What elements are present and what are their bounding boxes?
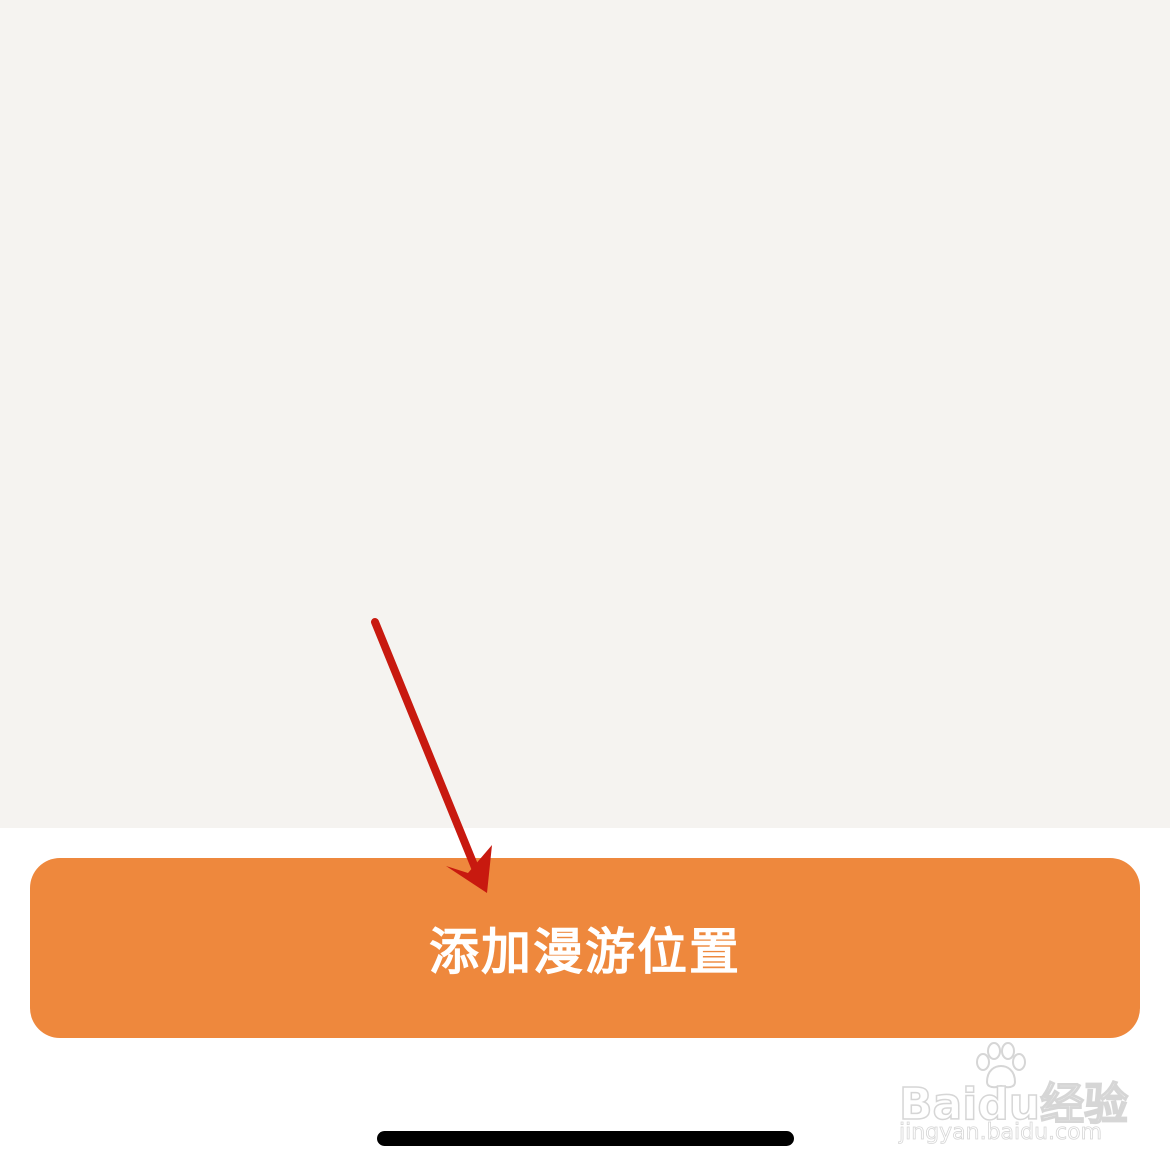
content-area <box>0 0 1170 828</box>
home-indicator[interactable] <box>377 1131 794 1146</box>
add-roaming-location-button-label: 添加漫游位置 <box>429 923 741 981</box>
add-roaming-location-button[interactable]: 添加漫游位置 <box>30 858 1140 1038</box>
